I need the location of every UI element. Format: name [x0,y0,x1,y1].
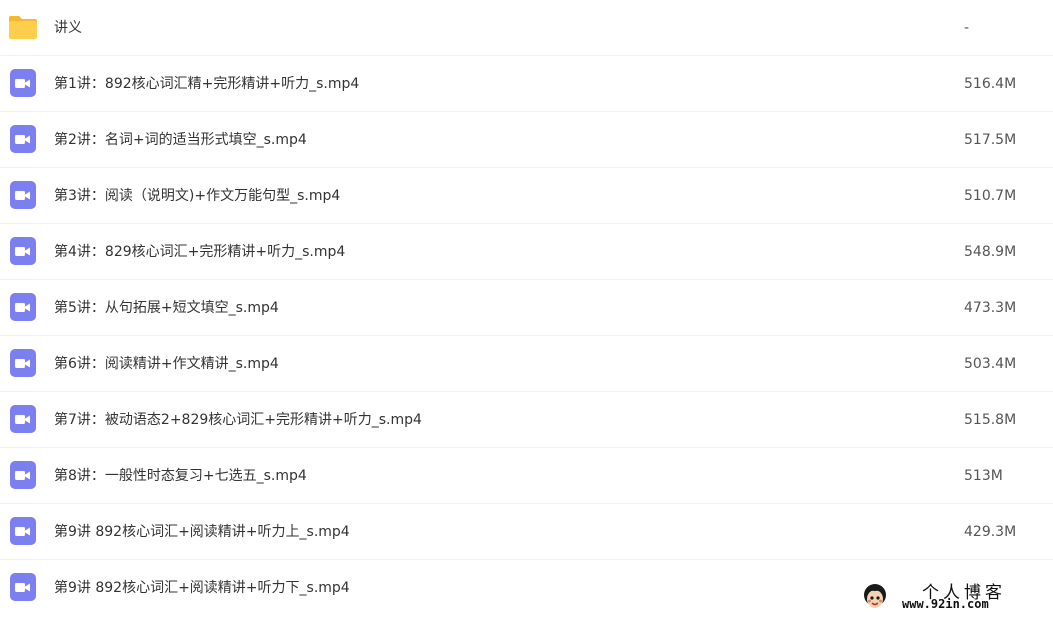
video-file-icon [8,68,38,98]
video-file-icon [8,460,38,490]
video-file-icon [8,180,38,210]
file-name: 第2讲：名词+词的适当形式填空_s.mp4 [54,132,307,148]
video-file-icon [8,572,38,602]
file-name: 第9讲 892核心词汇+阅读精讲+听力下_s.mp4 [54,580,350,596]
video-file-icon [8,124,38,154]
avatar-icon [860,582,890,612]
video-file-icon [8,404,38,434]
file-row-video[interactable]: 第1讲：892核心词汇精+完形精讲+听力_s.mp4 516.4M [0,56,1053,112]
file-row-video[interactable]: 第3讲：阅读（说明文)+作文万能句型_s.mp4 510.7M [0,168,1053,224]
file-size: 429.3M [964,524,1017,540]
watermark-url: www.92in.com [902,597,989,611]
file-name: 第3讲：阅读（说明文)+作文万能句型_s.mp4 [54,188,341,204]
file-name: 第7讲：被动语态2+829核心词汇+完形精讲+听力_s.mp4 [54,412,422,428]
file-size: 510.7M [964,188,1017,204]
watermark: 个人博客 www.92in.com [858,578,1048,616]
file-row-video[interactable]: 第6讲：阅读精讲+作文精讲_s.mp4 503.4M [0,336,1053,392]
file-row-video[interactable]: 第7讲：被动语态2+829核心词汇+完形精讲+听力_s.mp4 515.8M [0,392,1053,448]
video-file-icon [8,516,38,546]
file-name: 第4讲：829核心词汇+完形精讲+听力_s.mp4 [54,244,346,260]
file-name: 讲义 [54,20,82,36]
file-name: 第9讲 892核心词汇+阅读精讲+听力上_s.mp4 [54,524,350,540]
folder-icon [8,12,38,42]
video-file-icon [8,348,38,378]
file-size: - [964,20,970,36]
file-row-video[interactable]: 第8讲：一般性时态复习+七选五_s.mp4 513M [0,448,1053,504]
file-row-video[interactable]: 第2讲：名词+词的适当形式填空_s.mp4 517.5M [0,112,1053,168]
file-size: 473.3M [964,300,1017,316]
file-name: 第6讲：阅读精讲+作文精讲_s.mp4 [54,356,279,372]
file-list: 讲义 - 第1讲：892核心词汇精+完形精讲+听力_s.mp4 516.4M 第… [0,0,1053,616]
video-file-icon [8,292,38,322]
file-name: 第1讲：892核心词汇精+完形精讲+听力_s.mp4 [54,76,360,92]
file-row-video[interactable]: 第4讲：829核心词汇+完形精讲+听力_s.mp4 548.9M [0,224,1053,280]
file-size: 503.4M [964,356,1017,372]
file-row-video[interactable]: 第9讲 892核心词汇+阅读精讲+听力上_s.mp4 429.3M [0,504,1053,560]
file-name: 第8讲：一般性时态复习+七选五_s.mp4 [54,468,307,484]
file-size: 548.9M [964,244,1017,260]
file-size: 513M [964,468,1003,484]
file-row-folder[interactable]: 讲义 - [0,0,1053,56]
file-size: 515.8M [964,412,1017,428]
file-row-video[interactable]: 第5讲：从句拓展+短文填空_s.mp4 473.3M [0,280,1053,336]
video-file-icon [8,236,38,266]
file-size: 517.5M [964,132,1017,148]
file-name: 第5讲：从句拓展+短文填空_s.mp4 [54,300,279,316]
file-size: 516.4M [964,76,1017,92]
